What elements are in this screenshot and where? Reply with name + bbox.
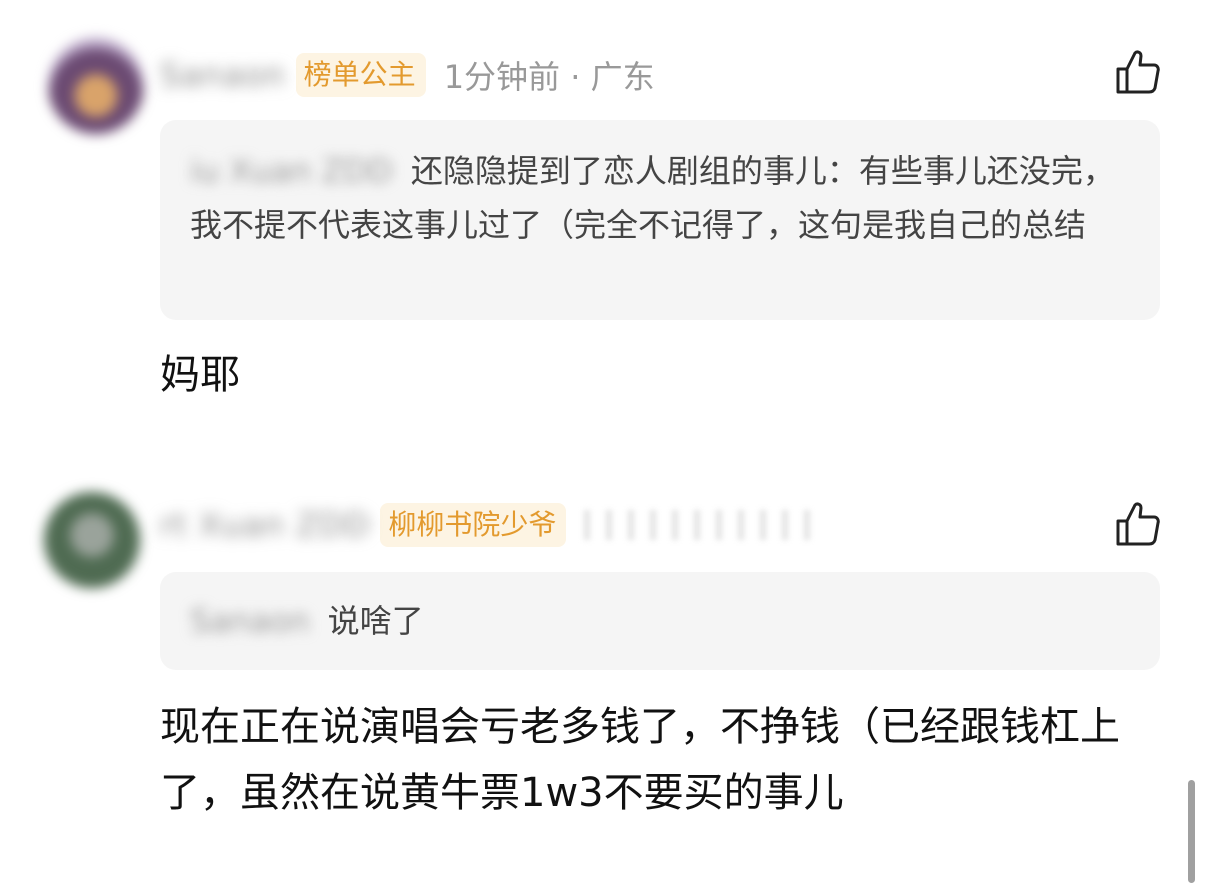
like-icon[interactable]: [1114, 500, 1162, 548]
comment-header: Sanaon 榜单公主 1分钟前 · 广东: [160, 50, 655, 100]
quoted-username: iu Xuan ZDD: [190, 152, 393, 190]
quoted-username: Sanaon: [190, 602, 310, 640]
username[interactable]: Sanaon: [160, 56, 286, 94]
username[interactable]: rt Xuan ZDD: [160, 506, 370, 544]
like-icon[interactable]: [1114, 48, 1162, 96]
quoted-reply[interactable]: iu Xuan ZDD 还隐隐提到了恋人剧组的事儿：有些事儿还没完，我不提不代表这…: [160, 120, 1160, 320]
comment-time-location: 1分钟前 · 广东: [443, 58, 655, 96]
quoted-reply[interactable]: Sanaon 说啥了: [160, 572, 1160, 670]
quoted-text: 说啥了: [327, 602, 424, 640]
scrollbar[interactable]: [1188, 780, 1195, 883]
user-badge[interactable]: 榜单公主: [295, 53, 426, 97]
comment-text: 妈耶: [160, 352, 240, 398]
user-badge[interactable]: 柳柳书院少爷: [380, 503, 567, 547]
comment-header: rt Xuan ZDD 柳柳书院少爷: [160, 500, 815, 550]
avatar[interactable]: [44, 492, 140, 588]
comment-time-location: [584, 510, 815, 540]
comment-text: 现在正在说演唱会亏老多钱了，不挣钱（已经跟钱杠上了，虽然在说黄牛票1w3不要买的…: [160, 704, 1120, 816]
avatar[interactable]: [48, 38, 144, 134]
